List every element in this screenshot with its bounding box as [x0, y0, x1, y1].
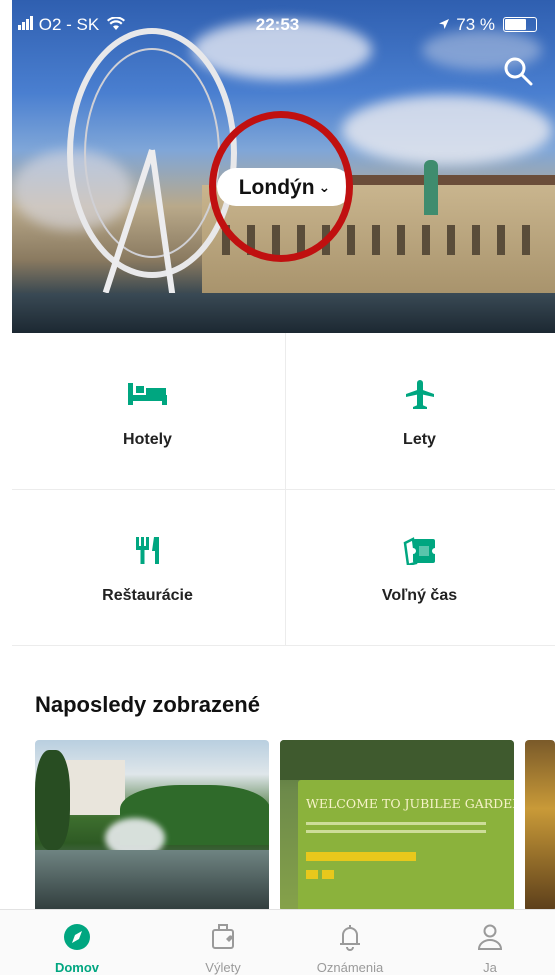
airplane-icon	[406, 380, 434, 409]
suitcase-icon	[212, 924, 234, 949]
search-icon[interactable]	[503, 56, 533, 86]
bell-icon	[340, 925, 360, 951]
sign-text: WELCOME TO JUBILEE GARDEN	[306, 796, 514, 811]
highlight-circle	[209, 111, 353, 262]
tab-label: Výlety	[205, 960, 241, 975]
divider	[12, 489, 555, 490]
battery-info: 73 %	[438, 15, 495, 35]
compass-icon	[64, 924, 90, 950]
category-flights[interactable]: Lety	[284, 333, 555, 489]
category-restaurants[interactable]: Reštaurácie	[12, 489, 283, 645]
category-leisure[interactable]: Voľný čas	[284, 489, 555, 645]
battery-icon	[503, 17, 537, 32]
recent-card-park-lake[interactable]	[35, 740, 269, 912]
tab-label: Ja	[483, 960, 497, 975]
category-label: Reštaurácie	[102, 587, 193, 604]
tab-label: Oznámenia	[316, 960, 384, 975]
bed-icon	[128, 383, 167, 405]
battery-percentage: 73 %	[456, 15, 495, 34]
tab-home[interactable]: Domov	[12, 910, 142, 975]
category-label: Hotely	[123, 431, 172, 448]
category-label: Voľný čas	[381, 587, 458, 604]
tab-label: Domov	[54, 960, 100, 975]
tab-me[interactable]: Ja	[425, 910, 555, 975]
tab-bar: Domov Výlety Oznámenia Ja	[0, 909, 555, 975]
ticket-icon	[403, 537, 438, 565]
category-hotels[interactable]: Hotely	[12, 333, 283, 489]
location-arrow-icon	[439, 19, 450, 29]
recent-card-jubilee-gardens[interactable]: WELCOME TO JUBILEE GARDEN	[280, 740, 514, 912]
divider	[12, 645, 555, 646]
status-bar: O2 - SK 22:53 73 %	[0, 0, 555, 48]
section-title: Naposledy zobrazené	[35, 692, 260, 717]
category-label: Lety	[403, 431, 436, 448]
tab-notifications[interactable]: Oznámenia	[285, 910, 415, 975]
recent-card-partial[interactable]	[525, 740, 555, 912]
fork-knife-icon	[136, 537, 159, 564]
tab-trips[interactable]: Výlety	[158, 910, 288, 975]
person-icon	[477, 924, 503, 950]
